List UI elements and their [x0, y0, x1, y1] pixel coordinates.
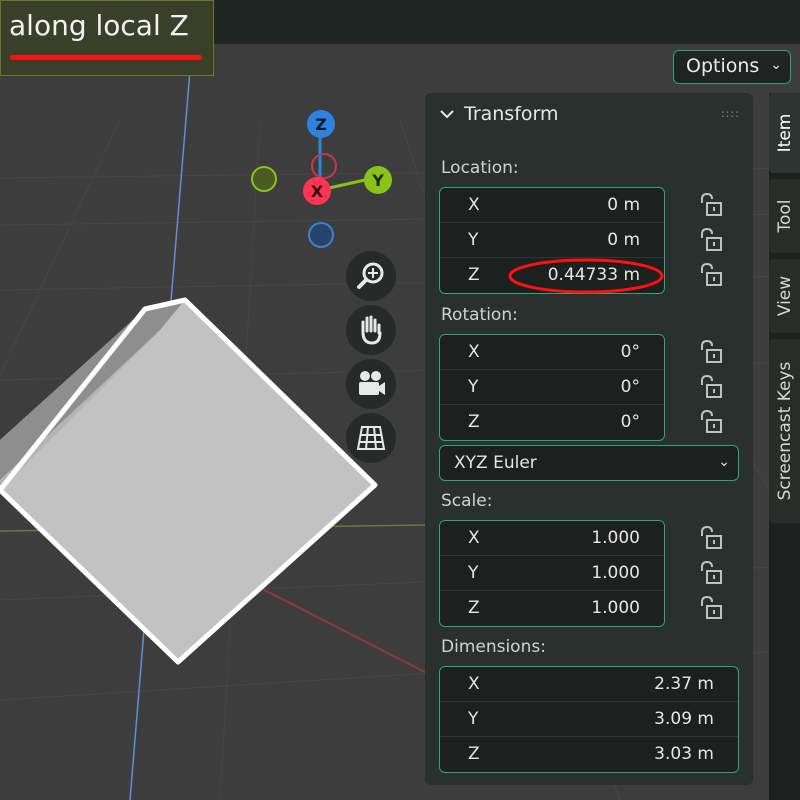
axis-label: Z — [468, 412, 480, 432]
screencast-caption: along local Z — [0, 0, 214, 76]
axis-label: X — [468, 674, 480, 694]
axis-label: Z — [468, 265, 480, 285]
field-value: 0° — [620, 412, 640, 432]
highlight-ellipse — [508, 258, 664, 294]
neg-y-axis-handle — [251, 166, 277, 192]
movie-camera-icon — [359, 371, 385, 395]
rotation-mode-value: XYZ Euler — [454, 453, 537, 473]
gizmo-z-label: Z — [315, 115, 327, 134]
zoom-icon — [357, 262, 384, 289]
axis-label: X — [468, 342, 480, 362]
tab-label: Item — [774, 113, 795, 153]
chevron-down-icon — [440, 110, 454, 119]
rotation-x-field[interactable]: X 0° — [440, 335, 664, 370]
axis-label: X — [468, 195, 480, 215]
neg-z-axis-handle — [308, 222, 334, 248]
tab-label: Tool — [774, 199, 795, 233]
tab-screencast-keys[interactable]: Screencast Keys — [769, 339, 800, 523]
axis-label: Y — [468, 230, 479, 250]
lock-icon[interactable] — [697, 525, 725, 550]
lock-icon[interactable] — [697, 374, 725, 399]
field-value: 0 m — [607, 230, 640, 250]
axis-label: Y — [468, 709, 479, 729]
tab-tool[interactable]: Tool — [769, 179, 800, 253]
field-value: 2.37 m — [654, 674, 714, 694]
caption-underline — [10, 55, 202, 60]
location-z-field[interactable]: Z 0.44733 m — [440, 258, 664, 294]
scale-label: Scale: — [441, 491, 493, 511]
scale-y-field[interactable]: Y 1.000 — [440, 556, 664, 591]
dimensions-label: Dimensions: — [441, 637, 546, 657]
dimensions-y-field[interactable]: Y 3.09 m — [440, 702, 738, 737]
scale-z-field[interactable]: Z 1.000 — [440, 591, 664, 626]
tab-label: View — [774, 275, 795, 317]
axis-label: Z — [468, 598, 480, 618]
field-value: 1.000 — [591, 563, 640, 583]
lock-icon[interactable] — [697, 560, 725, 585]
lock-icon[interactable] — [697, 595, 725, 620]
tab-label: Screencast Keys — [774, 361, 795, 501]
field-value: 1.000 — [591, 598, 640, 618]
axis-label: X — [468, 528, 480, 548]
lock-icon[interactable] — [697, 192, 725, 217]
perspective-toggle-button[interactable] — [346, 413, 396, 463]
lock-icon[interactable] — [697, 409, 725, 434]
scale-x-field[interactable]: X 1.000 — [440, 521, 664, 556]
rotation-fields: X 0° Y 0° Z 0° — [439, 334, 665, 441]
field-value: 0° — [620, 342, 640, 362]
hand-icon — [361, 315, 382, 345]
options-dropdown[interactable]: Options ⌄ — [673, 50, 791, 84]
lock-icon[interactable] — [697, 227, 725, 252]
tab-item[interactable]: Item — [769, 93, 800, 173]
drag-handle-icon[interactable]: :::: — [721, 107, 740, 120]
gizmo-x-label: X — [311, 182, 324, 201]
gizmo-y-label: Y — [371, 171, 384, 190]
scale-fields: X 1.000 Y 1.000 Z 1.000 — [439, 520, 665, 627]
caption-text: along local Z — [9, 9, 189, 42]
axis-label: Y — [468, 563, 479, 583]
rotation-mode-dropdown[interactable]: XYZ Euler ⌄ — [439, 445, 739, 481]
dimensions-x-field[interactable]: X 2.37 m — [440, 667, 738, 702]
location-y-field[interactable]: Y 0 m — [440, 223, 664, 258]
field-value: 3.09 m — [654, 709, 714, 729]
rotation-y-field[interactable]: Y 0° — [440, 370, 664, 405]
axis-label: Z — [468, 744, 480, 764]
field-value: 0 m — [607, 195, 640, 215]
field-value: 1.000 — [591, 528, 640, 548]
dimensions-fields: X 2.37 m Y 3.09 m Z 3.03 m — [439, 666, 739, 773]
lock-icon[interactable] — [697, 339, 725, 364]
sidebar-tabs: Item Tool View Screencast Keys — [769, 93, 800, 800]
transform-panel-header[interactable]: Transform :::: — [425, 93, 753, 137]
pan-button[interactable] — [346, 305, 396, 355]
field-value: 3.03 m — [654, 744, 714, 764]
location-fields: X 0 m Y 0 m Z 0.44733 m — [439, 187, 665, 294]
camera-view-button[interactable] — [346, 359, 396, 409]
rotation-label: Rotation: — [441, 305, 518, 325]
panel-title: Transform — [464, 103, 559, 125]
tab-view[interactable]: View — [769, 259, 800, 333]
lock-icon[interactable] — [697, 262, 725, 287]
transform-panel: Transform :::: Location: X0 m Y0 m Z 0.44… — [425, 93, 753, 785]
grid-icon — [356, 426, 386, 450]
chevron-down-icon: ⌄ — [770, 57, 782, 73]
axis-label: Y — [468, 377, 479, 397]
zoom-button[interactable] — [346, 251, 396, 301]
chevron-down-icon: ⌄ — [718, 454, 730, 470]
location-label: Location: — [441, 158, 519, 178]
rotation-z-field[interactable]: Z 0° — [440, 405, 664, 440]
location-x-field[interactable]: X 0 m — [440, 188, 664, 223]
field-value: 0° — [620, 377, 640, 397]
dimensions-z-field[interactable]: Z 3.03 m — [440, 737, 738, 772]
options-label: Options — [686, 55, 760, 77]
